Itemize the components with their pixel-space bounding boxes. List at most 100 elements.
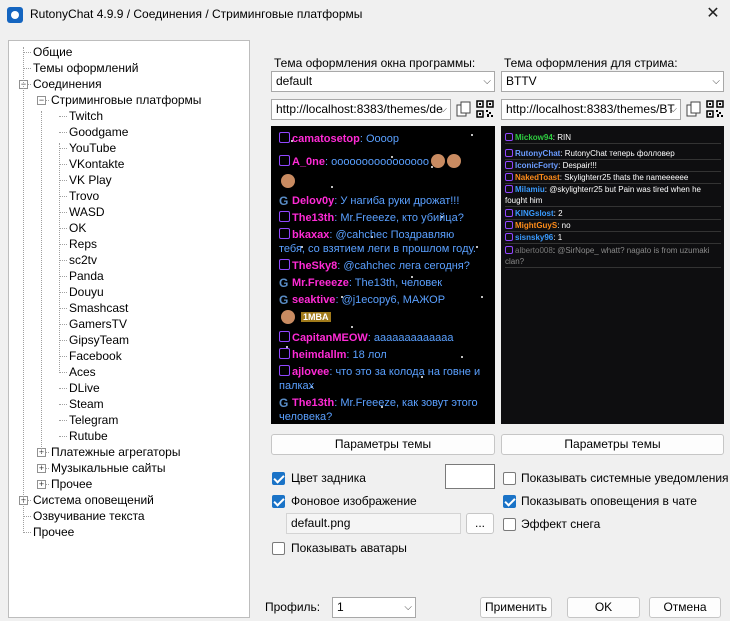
- tree-item[interactable]: Прочее: [51, 476, 92, 492]
- emote-icon: [447, 154, 462, 168]
- system-notifications-checkbox[interactable]: [503, 472, 516, 485]
- tree-item[interactable]: Rutube: [69, 428, 108, 444]
- chevron-down-icon: ⌵: [483, 76, 491, 87]
- chevron-down-icon: ⌵: [669, 104, 677, 115]
- bg-image-checkbox[interactable]: [272, 495, 285, 508]
- tree-item[interactable]: Smashcast: [69, 300, 128, 316]
- system-notifications-label: Показывать системные уведомления: [521, 471, 729, 485]
- tree-item[interactable]: Facebook: [69, 348, 122, 364]
- stream-theme-label: Тема оформления для стрима:: [504, 56, 678, 70]
- tree-item[interactable]: Платежные агрегаторы: [51, 444, 180, 460]
- browse-button[interactable]: ...: [466, 513, 494, 534]
- tree-item[interactable]: Reps: [69, 236, 97, 252]
- chat-username: IconicForty: [515, 161, 559, 170]
- snow-effect-checkbox[interactable]: [503, 518, 516, 531]
- tree-item[interactable]: Прочее: [33, 524, 74, 540]
- tree-connector: [59, 404, 67, 405]
- tree-item[interactable]: VKontakte: [69, 156, 124, 172]
- tree-item[interactable]: Озвучивание текста: [33, 508, 145, 524]
- chat-username: heimdallm: [292, 349, 347, 361]
- tree-item[interactable]: Соединения: [33, 76, 102, 92]
- qr-code-icon[interactable]: [476, 100, 494, 118]
- tree-item[interactable]: Panda: [69, 268, 104, 284]
- tree-guide-line: [41, 111, 42, 453]
- chat-username: NakedToast: [515, 173, 560, 182]
- stream-theme-select[interactable]: BTTV ⌵: [501, 71, 724, 92]
- tree-item[interactable]: Aces: [69, 364, 96, 380]
- snow-effect-label: Эффект снега: [521, 517, 601, 531]
- stream-theme-params-button[interactable]: Параметры темы: [501, 434, 724, 455]
- chat-message: KINGslost: 2: [505, 208, 721, 220]
- cancel-button[interactable]: Отмена: [649, 597, 721, 618]
- tree-item[interactable]: YouTube: [69, 140, 116, 156]
- tree-item[interactable]: GamersTV: [69, 316, 127, 332]
- chat-username: alberto008: [515, 246, 553, 255]
- chat-message: NakedToast: Skylighterr25 thats the name…: [505, 172, 721, 184]
- ok-button[interactable]: OK: [567, 597, 640, 618]
- chat-text: Skylighterr25 thats the nameeeeee: [564, 173, 689, 182]
- twitch-icon: [279, 365, 290, 376]
- expand-icon[interactable]: +: [37, 464, 46, 473]
- tree-item[interactable]: Музыкальные сайты: [51, 460, 165, 476]
- tree-item[interactable]: Стриминговые платформы: [51, 92, 201, 108]
- profile-select[interactable]: 1 ⌵: [332, 597, 416, 618]
- copy-icon[interactable]: [685, 100, 703, 118]
- tree-item[interactable]: Темы оформлений: [33, 60, 138, 76]
- chat-username: sisnsky96: [515, 233, 554, 242]
- star-dot: [331, 186, 333, 188]
- bg-color-checkbox[interactable]: [272, 472, 285, 485]
- tree-item[interactable]: Douyu: [69, 284, 104, 300]
- program-theme-select[interactable]: default ⌵: [271, 71, 495, 92]
- program-theme-params-button[interactable]: Параметры темы: [271, 434, 495, 455]
- twitch-icon: [279, 348, 290, 359]
- tree-connector: [59, 324, 67, 325]
- chat-alerts-checkbox[interactable]: [503, 495, 516, 508]
- twitch-icon: [505, 185, 513, 193]
- goodgame-icon: G: [279, 396, 289, 410]
- tree-connector: [59, 148, 67, 149]
- tree-connector: [23, 532, 31, 533]
- chat-username: The13th: [292, 397, 335, 409]
- tree-item[interactable]: WASD: [69, 204, 105, 220]
- chat-message: The13th: Mr.Freeeze, кто убийца?: [279, 211, 483, 225]
- program-theme-url[interactable]: http://localhost:8383/themes/de ⌵: [271, 99, 451, 120]
- tree-item[interactable]: Twitch: [69, 108, 103, 124]
- tree-item[interactable]: GipsyTeam: [69, 332, 129, 348]
- tree-item[interactable]: VK Play: [69, 172, 112, 188]
- profile-label: Профиль:: [265, 600, 321, 614]
- tree-item[interactable]: Goodgame: [69, 124, 128, 140]
- tree-item[interactable]: OK: [69, 220, 86, 236]
- twitch-icon: [279, 211, 290, 222]
- apply-button[interactable]: Применить: [480, 597, 552, 618]
- bg-color-swatch[interactable]: [445, 464, 495, 489]
- tree-item[interactable]: Trovo: [69, 188, 99, 204]
- show-avatars-checkbox[interactable]: [272, 542, 285, 555]
- chat-text: @j1ecoру6, МАЖОР: [341, 294, 446, 306]
- tree-item[interactable]: Steam: [69, 396, 104, 412]
- chat-message: G Mr.Freeeze: The13th, человек: [279, 276, 483, 290]
- tree-connector: [59, 116, 67, 117]
- stream-theme-url[interactable]: http://localhost:8383/themes/BT ⌵: [501, 99, 681, 120]
- chevron-down-icon: ⌵: [439, 104, 447, 115]
- stream-theme-value: BTTV: [506, 74, 537, 88]
- twitch-icon: [279, 259, 290, 270]
- goodgame-icon: G: [279, 276, 289, 290]
- collapse-icon[interactable]: −: [37, 96, 46, 105]
- close-icon[interactable]: ✕: [700, 2, 726, 26]
- chat-message: bkaxax: @cahchec Поздравляю тебя, со взя…: [279, 228, 483, 256]
- tree-item[interactable]: DLive: [69, 380, 100, 396]
- chat-username: seaktive: [292, 294, 336, 306]
- copy-icon[interactable]: [455, 100, 473, 118]
- expand-icon[interactable]: +: [37, 480, 46, 489]
- chat-message: MightGuyS: no: [505, 220, 721, 232]
- twitch-icon: [505, 221, 513, 229]
- qr-code-icon[interactable]: [706, 100, 724, 118]
- bg-image-path-field[interactable]: default.png: [286, 513, 461, 534]
- chat-message: G Delov0y: У нагиба руки дрожат!!!: [279, 194, 483, 208]
- tree-item[interactable]: Telegram: [69, 412, 118, 428]
- tree-item[interactable]: Система оповещений: [33, 492, 154, 508]
- tree-item[interactable]: sc2tv: [69, 252, 97, 268]
- chevron-down-icon: ⌵: [712, 76, 720, 87]
- chat-text: оооооооооооооооо: [331, 156, 430, 168]
- tree-item[interactable]: Общие: [33, 44, 72, 60]
